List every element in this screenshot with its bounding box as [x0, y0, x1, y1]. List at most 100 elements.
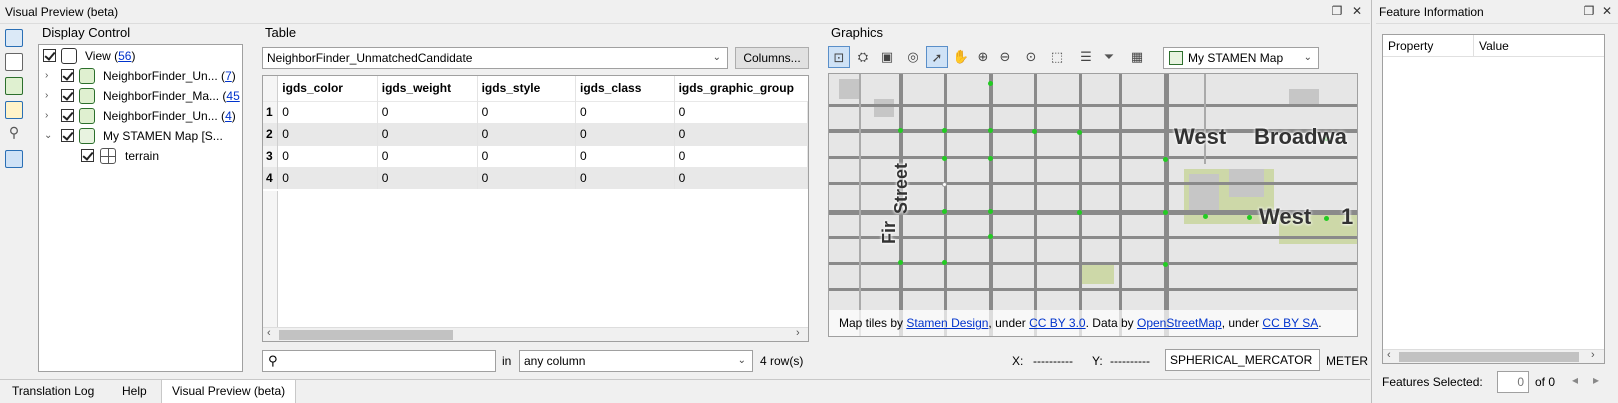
map-point[interactable] — [1163, 262, 1168, 267]
table-cell[interactable]: 0 — [674, 122, 808, 145]
selection-mode-icon[interactable]: ☰ — [1075, 46, 1097, 68]
map-point[interactable] — [1077, 130, 1082, 135]
column-header[interactable]: igds_style — [477, 76, 577, 101]
filter-icon[interactable]: ⏷ — [1098, 46, 1120, 68]
map-point[interactable] — [1203, 214, 1208, 219]
table-cell[interactable]: 0 — [377, 144, 478, 167]
cc-by-sa-link[interactable]: CC BY SA — [1262, 316, 1318, 330]
table-cell[interactable]: 0 — [377, 166, 478, 189]
layer-count-link[interactable]: 45 — [226, 89, 239, 103]
link-tool-icon[interactable]: ◎ — [902, 46, 924, 68]
row-number[interactable]: 4 — [263, 166, 279, 189]
columns-button[interactable]: Columns... — [735, 47, 809, 69]
terrain-checkbox[interactable] — [81, 149, 94, 162]
map-point[interactable] — [942, 156, 947, 161]
layer-checkbox[interactable] — [61, 89, 74, 102]
table-selector[interactable]: NeighborFinder_UnmatchedCandidate ⌄ — [262, 47, 728, 69]
display-control-toggle-icon[interactable] — [5, 29, 23, 47]
layer-checkbox[interactable] — [61, 109, 74, 122]
column-header[interactable]: igds_weight — [377, 76, 478, 101]
layer-checkbox[interactable] — [61, 129, 74, 142]
map-point[interactable] — [942, 182, 947, 187]
table-cell[interactable]: 0 — [477, 100, 577, 123]
tab-translation-log[interactable]: Translation Log — [2, 380, 104, 403]
openstreetmap-link[interactable]: OpenStreetMap — [1137, 316, 1222, 330]
tab-help[interactable]: Help — [112, 380, 157, 403]
map-point[interactable] — [988, 209, 993, 214]
table-horizontal-scrollbar[interactable]: ‹ › — [263, 327, 808, 341]
table-cell[interactable]: 0 — [477, 122, 577, 145]
column-filter-select[interactable]: any column ⌄ — [519, 350, 753, 372]
zoom-in-icon[interactable]: ⊕ — [972, 46, 994, 68]
chevron-down-icon[interactable]: ⌄ — [44, 126, 52, 146]
map-point[interactable] — [1324, 216, 1329, 221]
features-selected-input[interactable]: 0 — [1497, 371, 1529, 393]
tree-item-view[interactable]: View (56) — [39, 46, 239, 66]
restore-icon[interactable]: ❐ — [1330, 4, 1344, 18]
map-point[interactable] — [1163, 210, 1168, 215]
map-point[interactable] — [898, 260, 903, 265]
table-cell[interactable]: 0 — [674, 100, 808, 123]
table-cell[interactable]: 0 — [277, 144, 378, 167]
zoom-window-icon[interactable]: ⬚ — [1046, 46, 1068, 68]
map-point[interactable] — [988, 81, 993, 86]
map-point[interactable] — [898, 128, 903, 133]
table-cell[interactable]: 0 — [277, 100, 378, 123]
map-canvas[interactable]: West Broadwa West 1 Fir Street Map tiles… — [828, 73, 1358, 337]
table-cell[interactable]: 0 — [674, 144, 808, 167]
tree-item-layer[interactable]: › NeighborFinder_Ma... (45 — [39, 86, 240, 106]
map-point[interactable] — [988, 156, 993, 161]
map-point[interactable] — [942, 260, 947, 265]
feature-info-horizontal-scrollbar[interactable]: ‹ › — [1383, 349, 1604, 363]
map-point[interactable] — [1077, 210, 1082, 215]
scrollbar-thumb[interactable] — [279, 330, 453, 340]
chevron-right-icon[interactable]: › — [45, 66, 48, 86]
layer-count-link[interactable]: 4 — [225, 109, 232, 123]
column-header[interactable]: Value — [1479, 39, 1509, 53]
tree-item-layer[interactable]: › NeighborFinder_Un... (4) — [39, 106, 239, 126]
table-row[interactable]: 3 0 0 0 0 0 — [263, 144, 808, 167]
graphics-toggle-icon[interactable] — [5, 77, 23, 95]
row-number[interactable]: 3 — [263, 144, 279, 167]
column-header[interactable]: igds_graphic_group — [674, 76, 808, 101]
zoom-out-icon[interactable]: ⊖ — [994, 46, 1016, 68]
row-number[interactable]: 1 — [263, 100, 279, 123]
table-cell[interactable]: 0 — [377, 100, 478, 123]
cc-by-3-link[interactable]: CC BY 3.0 — [1029, 316, 1085, 330]
zoom-layer-icon[interactable] — [5, 150, 23, 168]
table-cell[interactable]: 0 — [477, 144, 577, 167]
row-number[interactable]: 2 — [263, 122, 279, 145]
map-point[interactable] — [942, 209, 947, 214]
tree-item-basemap[interactable]: ⌄ My STAMEN Map [S... — [39, 126, 239, 146]
pin-icon[interactable]: ⚲ — [5, 123, 23, 141]
table-toggle-icon[interactable] — [5, 53, 23, 71]
close-icon[interactable]: ✕ — [1350, 4, 1364, 18]
map-point[interactable] — [1247, 215, 1252, 220]
stamen-design-link[interactable]: Stamen Design — [906, 316, 988, 330]
table-cell[interactable]: 0 — [575, 166, 675, 189]
table-search-input[interactable]: ⚲ — [262, 350, 496, 372]
column-header[interactable]: igds_color — [277, 76, 378, 101]
column-header[interactable]: Property — [1388, 39, 1433, 53]
pan-hand-icon[interactable]: ✋ — [950, 46, 972, 68]
layer-count-link[interactable]: 7 — [225, 69, 232, 83]
table-cell[interactable]: 0 — [377, 122, 478, 145]
table-cell[interactable]: 0 — [575, 100, 675, 123]
table-row[interactable]: 1 0 0 0 0 0 — [263, 100, 808, 123]
chevron-right-icon[interactable]: › — [45, 106, 48, 126]
tab-visual-preview[interactable]: Visual Preview (beta) — [161, 380, 297, 403]
column-divider[interactable] — [1473, 35, 1474, 57]
table-row[interactable]: 4 0 0 0 0 0 — [263, 166, 808, 189]
table-cell[interactable]: 0 — [575, 122, 675, 145]
map-point[interactable] — [1163, 157, 1168, 162]
tree-item-layer[interactable]: › NeighborFinder_Un... (7) — [39, 66, 239, 86]
map-point[interactable] — [988, 234, 993, 239]
feature-info-tool-icon[interactable]: ⛭ — [852, 46, 874, 68]
column-header[interactable]: igds_class — [575, 76, 675, 101]
chevron-right-icon[interactable]: › — [45, 86, 48, 106]
basemap-selector[interactable]: My STAMEN Map ⌄ — [1163, 47, 1319, 69]
panel-splitter[interactable] — [1371, 0, 1372, 403]
previous-feature-icon[interactable]: ◂ — [1572, 373, 1578, 387]
tree-item-terrain[interactable]: terrain — [39, 146, 239, 166]
table-cell[interactable]: 0 — [277, 122, 378, 145]
